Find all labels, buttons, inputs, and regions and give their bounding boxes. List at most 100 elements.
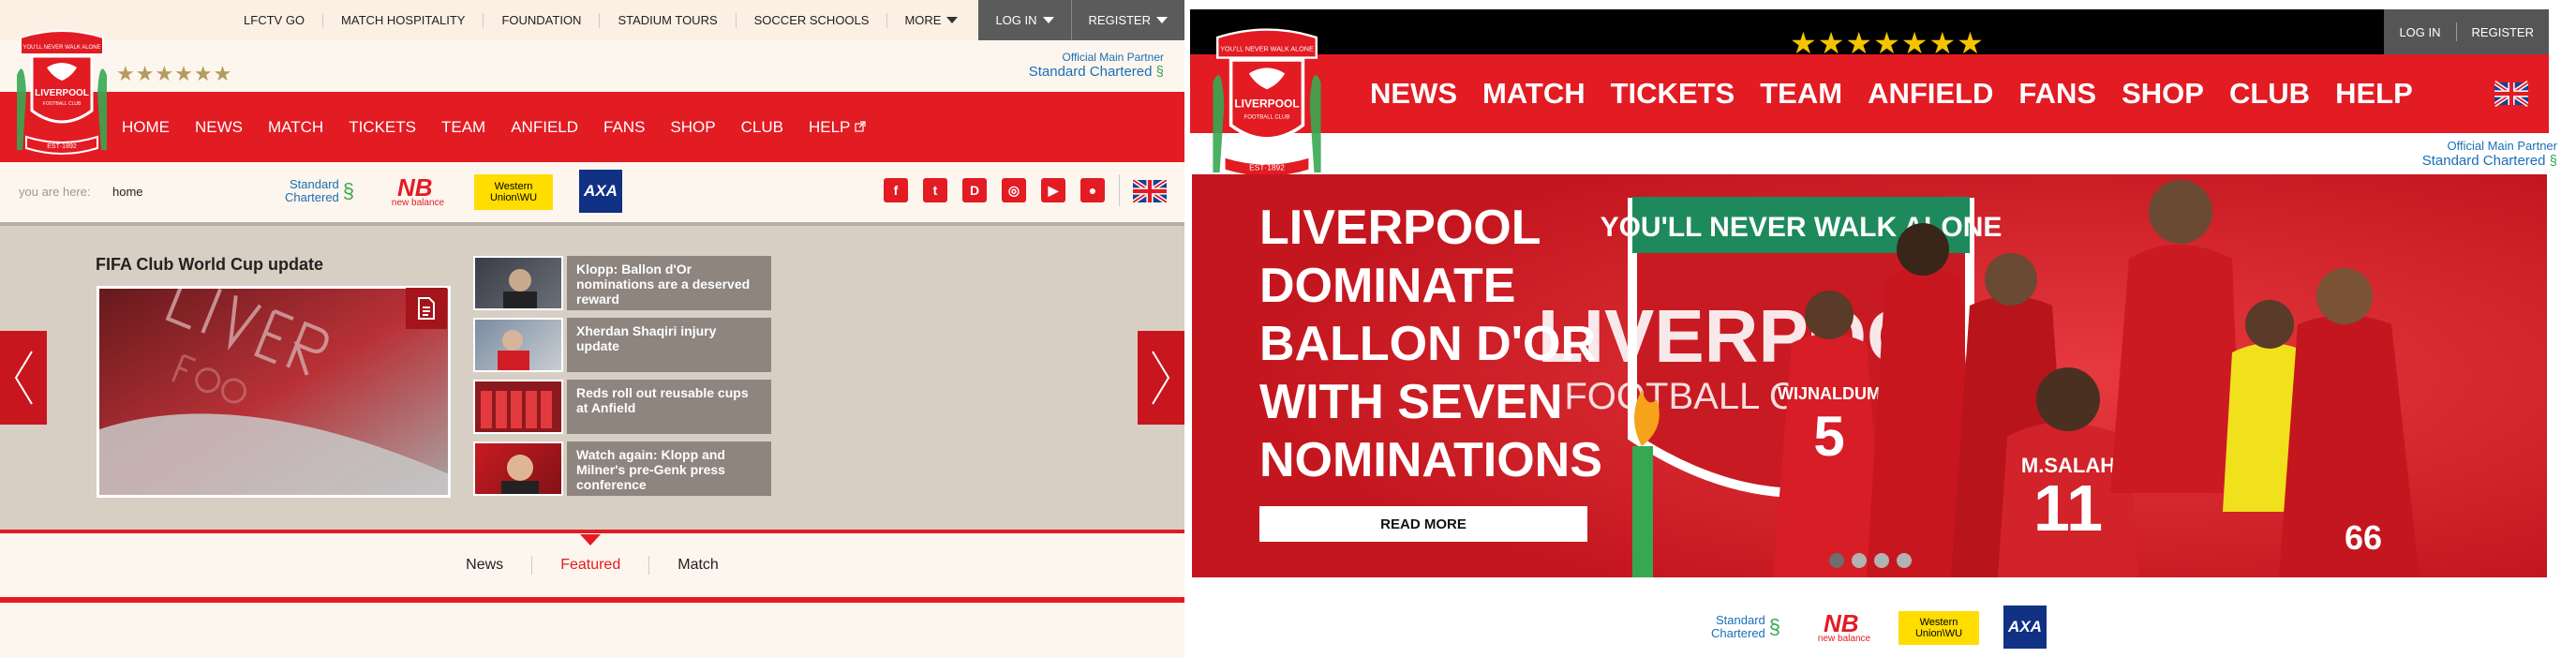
svg-text:5: 5 [1813, 405, 1844, 468]
login-button[interactable]: LOG IN [978, 0, 1071, 40]
nav-help[interactable]: HELP [2335, 77, 2413, 111]
utility-link-stadium-tours[interactable]: STADIUM TOURS [599, 12, 735, 28]
hero-headline[interactable]: LIVERPOOL DOMINATE BALLON D'OR WITH SEVE… [1259, 199, 1616, 489]
nav-fans[interactable]: FANS [2018, 77, 2096, 111]
news-headline: Klopp: Ballon d'Or nominations are a des… [567, 256, 771, 310]
tab-featured[interactable]: Featured [531, 556, 648, 575]
stars-rating: ★★★★★★ [116, 62, 233, 85]
login-label: LOG IN [995, 13, 1037, 27]
prev-slide-button[interactable] [0, 331, 47, 425]
official-partner[interactable]: Official Main Partner Standard Chartered… [2422, 139, 2557, 169]
news-item[interactable]: Xherdan Shaqiri injury update [473, 318, 771, 372]
svg-text:EST·1892: EST·1892 [1249, 163, 1285, 172]
nav-tickets[interactable]: TICKETS [1611, 77, 1735, 111]
twitter-icon[interactable]: t [923, 178, 947, 202]
nav-match[interactable]: MATCH [1482, 77, 1586, 111]
more-menu[interactable]: MORE [886, 12, 978, 28]
sponsor-new-balance[interactable]: NB new balance [1809, 606, 1880, 649]
news-thumbnail [473, 380, 563, 434]
register-button[interactable]: REGISTER [1071, 0, 1184, 40]
nav-home[interactable]: HOME [122, 118, 170, 137]
partner-name: Standard Chartered § [2421, 153, 2557, 169]
official-partner[interactable]: Official Main Partner Standard Chartered… [1029, 51, 1164, 80]
utility-link-lfctv-go[interactable]: LFCTV GO [226, 13, 322, 28]
nav-shop[interactable]: SHOP [2122, 77, 2204, 111]
feature-title[interactable]: FIFA Club World Cup update [96, 255, 323, 275]
new-balance-logo: NB [397, 175, 433, 198]
nav-team[interactable]: TEAM [1760, 77, 1842, 111]
register-button[interactable]: REGISTER [2457, 25, 2549, 39]
svg-text:LIVERPOOL: LIVERPOOL [35, 88, 89, 98]
sponsor-axa[interactable]: AXA [579, 170, 622, 213]
tab-match[interactable]: Match [648, 556, 747, 575]
slide-dot-1[interactable] [1829, 553, 1844, 568]
nav-shop[interactable]: SHOP [670, 118, 715, 137]
slide-dot-2[interactable] [1852, 553, 1867, 568]
utility-link-match-hospitality[interactable]: MATCH HOSPITALITY [322, 12, 483, 28]
nav-team[interactable]: TEAM [441, 118, 485, 137]
chevron-left-icon [14, 351, 33, 405]
sponsor-standard-chartered[interactable]: Standard Chartered § [1704, 606, 1788, 649]
svg-text:11: 11 [2033, 471, 2103, 545]
chevron-right-icon [1152, 351, 1170, 405]
embroidered-crest-image [99, 289, 448, 495]
utility-link-foundation[interactable]: FOUNDATION [483, 12, 599, 28]
sponsor-new-balance[interactable]: NB new balance [382, 170, 454, 213]
slide-dot-4[interactable] [1897, 553, 1912, 568]
nav-fans[interactable]: FANS [603, 118, 645, 137]
hero-banner[interactable]: YOU'LL NEVER WALK ALONE LIVERPOOL FOOTBA… [1192, 174, 2547, 577]
utility-nav: LFCTV GO MATCH HOSPITALITY FOUNDATION ST… [226, 0, 1184, 40]
svg-text:YOU'LL NEVER WALK ALONE: YOU'LL NEVER WALK ALONE [1220, 44, 1314, 52]
uk-flag-icon[interactable] [2494, 79, 2528, 109]
svg-text:WIJNALDUM: WIJNALDUM [1778, 384, 1881, 403]
document-icon[interactable] [406, 288, 447, 329]
main-nav: NEWS MATCH TICKETS TEAM ANFIELD FANS SHO… [1190, 54, 2549, 133]
breadcrumb-home[interactable]: home [112, 185, 143, 199]
nav-news[interactable]: NEWS [195, 118, 243, 137]
svg-text:66: 66 [2345, 518, 2382, 557]
account-links: LOG IN REGISTER [2384, 9, 2549, 54]
crest-icon[interactable]: YOU'LL NEVER WALK ALONE LIVERPOOL FOOTBA… [13, 28, 111, 159]
main-nav: HOME NEWS MATCH TICKETS TEAM ANFIELD FAN… [0, 92, 1184, 162]
svg-text:FOOTBALL CLUB: FOOTBALL CLUB [1244, 114, 1290, 120]
crest-icon[interactable]: YOU'LL NEVER WALK ALONE LIVERPOOL FOOTBA… [1207, 26, 1327, 184]
nav-club[interactable]: CLUB [741, 118, 783, 137]
breadcrumb-label: you are here: [19, 185, 91, 199]
register-label: REGISTER [1088, 13, 1151, 27]
facebook-icon[interactable]: f [884, 178, 908, 202]
svg-text:EST·1892: EST·1892 [47, 143, 77, 150]
feature-image[interactable] [97, 286, 451, 498]
sponsor-western-union[interactable]: Western Union\WU [474, 174, 553, 210]
slide-dot-3[interactable] [1874, 553, 1889, 568]
partner-name: Standard Chartered § [1028, 64, 1164, 80]
login-button[interactable]: LOG IN [2384, 25, 2455, 39]
news-headline: Xherdan Shaqiri injury update [567, 318, 771, 372]
sponsor-western-union[interactable]: Western Union\WU [1898, 611, 1979, 645]
svg-text:FOOTBALL CLUB: FOOTBALL CLUB [43, 101, 82, 107]
sponsor-axa[interactable]: AXA [2003, 606, 2047, 649]
nav-anfield[interactable]: ANFIELD [1868, 77, 1993, 111]
nav-news[interactable]: NEWS [1370, 77, 1457, 111]
nav-tickets[interactable]: TICKETS [349, 118, 416, 137]
nav-club[interactable]: CLUB [2229, 77, 2310, 111]
news-item[interactable]: Watch again: Klopp and Milner's pre-Genk… [473, 441, 771, 496]
utility-link-soccer-schools[interactable]: SOCCER SCHOOLS [735, 12, 887, 28]
news-item[interactable]: Reds roll out reusable cups at Anfield [473, 380, 771, 434]
lfc-app-icon[interactable]: ● [1080, 178, 1105, 202]
tab-news[interactable]: News [438, 556, 531, 575]
dugout-icon[interactable]: D [962, 178, 987, 202]
new-balance-logo: NB [1824, 611, 1859, 634]
next-slide-button[interactable] [1138, 331, 1184, 425]
youtube-icon[interactable]: ▶ [1041, 178, 1065, 202]
nav-match[interactable]: MATCH [268, 118, 323, 137]
read-more-button[interactable]: READ MORE [1259, 506, 1587, 542]
uk-flag-icon[interactable] [1133, 180, 1167, 202]
sponsor-standard-chartered[interactable]: Standard Chartered § [277, 170, 362, 213]
instagram-icon[interactable]: ◎ [1002, 178, 1026, 202]
news-item[interactable]: Klopp: Ballon d'Or nominations are a des… [473, 256, 771, 310]
bottom-red-rule [0, 597, 1184, 603]
nav-help[interactable]: HELP [809, 118, 866, 137]
news-headline: Watch again: Klopp and Milner's pre-Genk… [567, 441, 771, 496]
nav-anfield[interactable]: ANFIELD [511, 118, 578, 137]
svg-text:NB: NB [1824, 611, 1859, 634]
